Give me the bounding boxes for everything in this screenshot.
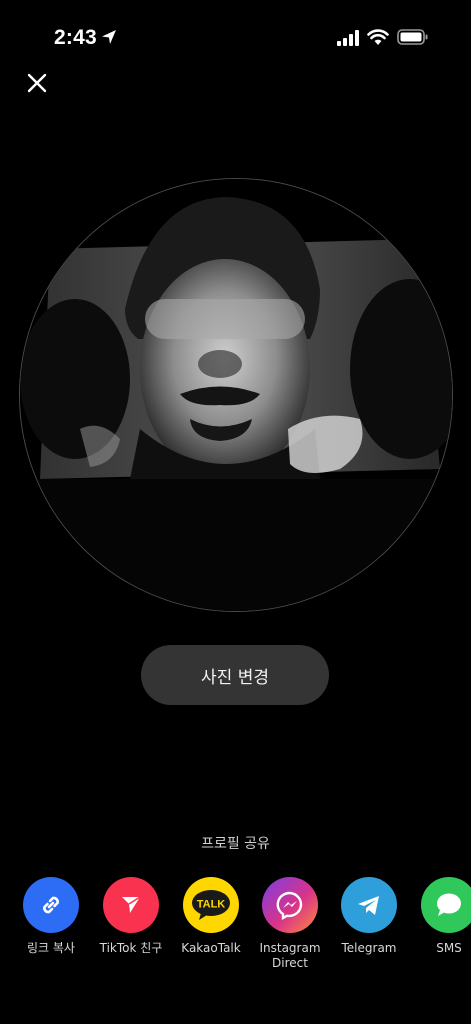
share-instagram-direct-button[interactable]: Instagram Direct <box>245 877 335 971</box>
kakaotalk-icon: TALK <box>192 890 230 920</box>
share-tiktok-circle <box>103 877 159 933</box>
share-sms-label: SMS <box>436 941 462 955</box>
share-kakaotalk-button[interactable]: TALK KakaoTalk <box>166 877 256 956</box>
status-time: 2:43 <box>54 26 97 49</box>
share-instagram-direct-circle <box>262 877 318 933</box>
share-copy-link-circle <box>23 877 79 933</box>
message-icon <box>437 893 461 916</box>
location-arrow-icon <box>102 30 116 44</box>
share-kakaotalk-circle: TALK <box>183 877 239 933</box>
share-copy-link-label: 링크 복사 <box>27 941 75 955</box>
wifi-icon <box>367 29 389 45</box>
share-kakaotalk-label: KakaoTalk <box>181 941 241 955</box>
change-photo-button[interactable]: 사진 변경 <box>141 645 329 705</box>
share-sms-circle <box>421 877 471 933</box>
cellular-signal-icon <box>337 30 359 46</box>
share-profile-title: 프로필 공유 <box>201 836 270 852</box>
share-tiktok-label: TikTok 친구 <box>99 941 163 955</box>
status-bar: 2:43 <box>0 0 471 70</box>
profile-photo <box>19 178 453 612</box>
share-telegram-label: Telegram <box>341 941 397 955</box>
battery-icon <box>397 29 428 45</box>
share-instagram-direct-label: Instagram Direct <box>259 941 320 971</box>
share-telegram-button[interactable]: Telegram <box>324 877 414 956</box>
share-tiktok-button[interactable]: TikTok 친구 <box>86 877 176 956</box>
share-sms-button[interactable]: SMS <box>404 877 471 956</box>
share-telegram-circle <box>341 877 397 933</box>
close-icon <box>27 73 47 93</box>
kakaotalk-badge-text: TALK <box>197 899 226 911</box>
share-options-row: 링크 복사 TikTok 친구 TALK KakaoTalk Instagram… <box>0 877 471 997</box>
share-copy-link-button[interactable]: 링크 복사 <box>6 877 96 956</box>
send-icon <box>122 896 141 913</box>
link-icon <box>43 896 59 914</box>
share-instagram-label-line1: Instagram <box>259 941 321 955</box>
close-button[interactable] <box>22 68 52 98</box>
messenger-icon <box>276 891 303 920</box>
telegram-icon <box>358 896 379 915</box>
share-instagram-label-line2: Direct <box>272 956 308 970</box>
